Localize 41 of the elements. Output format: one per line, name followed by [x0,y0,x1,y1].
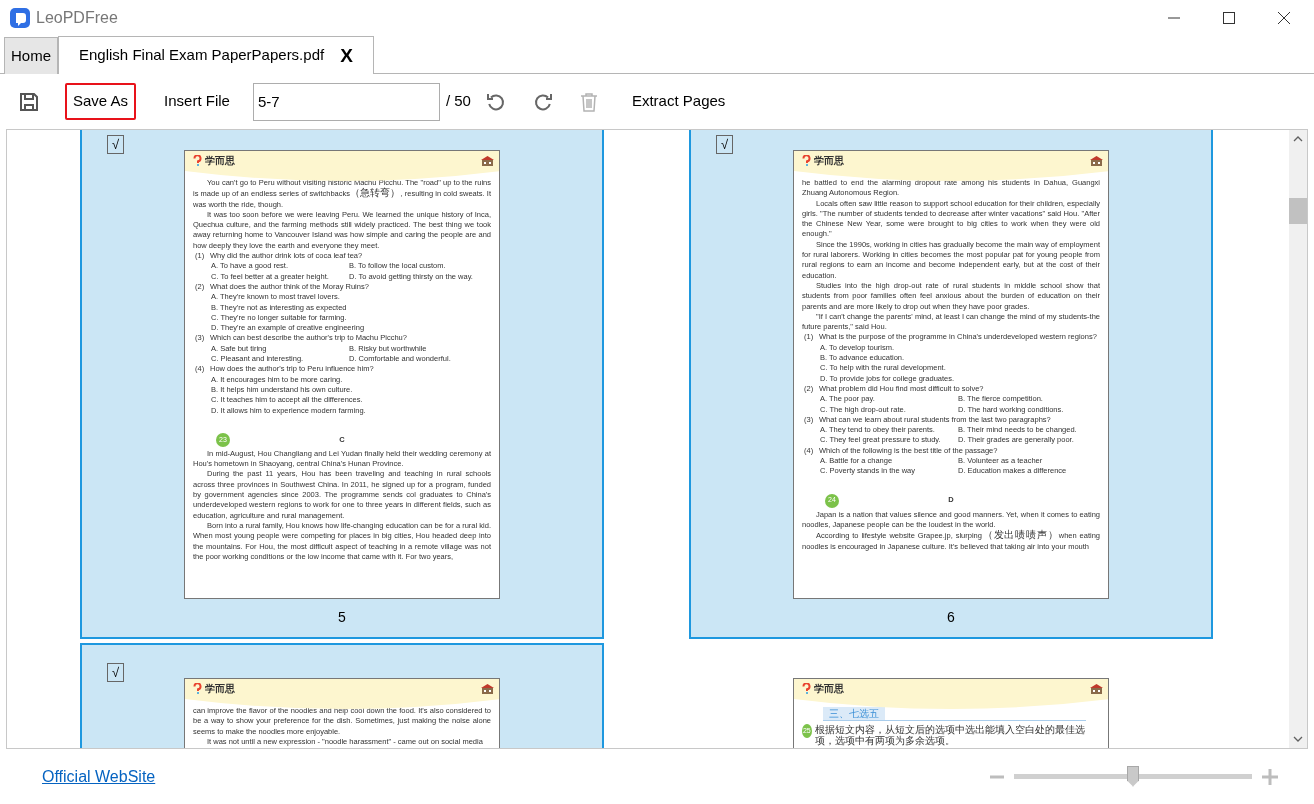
page-range-field[interactable]: 5-7 [252,82,440,121]
page-thumbnail-card[interactable] [80,130,604,639]
page-logo-text: 学而思 [814,155,844,166]
save-button[interactable] [18,90,40,113]
page-thumbnail-card[interactable] [689,130,1213,639]
school-icon [1090,683,1103,695]
save-as-button[interactable]: Save As [65,83,137,120]
page-logo-text: 学而思 [814,683,844,694]
logo-icon [193,155,202,166]
page-number: 5 [338,608,346,627]
extract-pages-button[interactable]: Extract Pages [623,83,734,120]
home-tab[interactable]: Home [4,37,58,74]
website-link[interactable]: Official WebSite [42,764,156,789]
zoom-slider-thumb[interactable] [1127,765,1139,787]
page-checkbox[interactable]: √ [107,135,124,154]
page-logo-text: 学而思 [205,155,235,166]
app-logo-icon [10,8,30,28]
page-total: / 50 [445,91,471,112]
tab-label: English Final Exam PaperPapers.pdf [79,45,325,66]
window-title: LeoPDFree [36,8,118,28]
maximize-icon [1222,11,1236,25]
section-title: 三、七选五 [823,707,885,720]
document-tab[interactable]: English Final Exam PaperPapers.pdf X [58,36,374,74]
page-checkbox[interactable]: √ [107,663,124,682]
logo-icon [802,683,811,694]
page-logo-text: 学而思 [205,683,235,694]
page-checkbox[interactable]: √ [716,135,733,154]
trash-icon [579,91,598,112]
logo-icon [802,155,811,166]
save-icon [18,90,40,113]
zoom-in-icon [1262,768,1278,785]
school-icon [481,683,494,695]
insert-file-button[interactable]: Insert File [156,83,238,120]
school-icon [481,155,494,167]
page-number: 6 [947,608,955,627]
scrollbar-thumb[interactable] [1289,198,1307,224]
logo-icon [193,683,202,694]
close-icon [1277,11,1291,25]
school-icon [1090,155,1103,167]
instruction-text: 根据短文内容，从短文后的选项中选出能填入空白处的最佳选项，选项中有两项为多余选项。 [814,724,1086,747]
close-tab-button[interactable]: X [340,46,353,65]
